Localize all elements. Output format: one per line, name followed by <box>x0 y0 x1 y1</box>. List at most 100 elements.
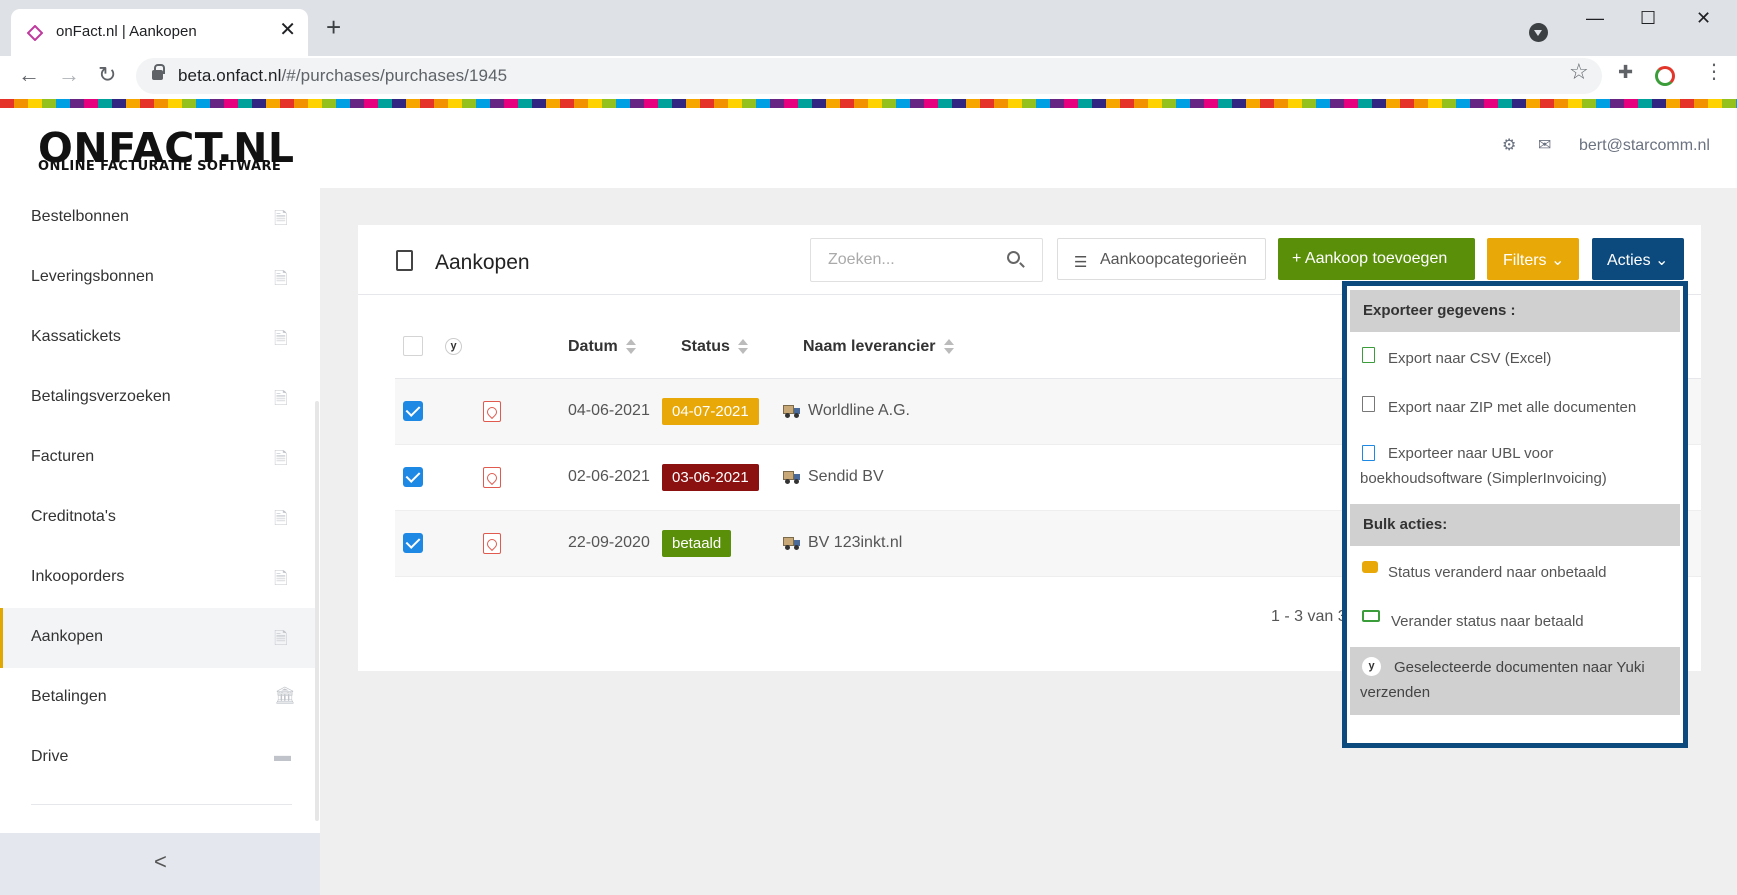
row-date: 04-06-2021 <box>568 402 650 419</box>
extensions-puzzle-icon[interactable]: ✚ <box>1618 62 1633 83</box>
tab-close-icon[interactable]: ✕ <box>279 20 296 40</box>
menu-item-label: Export naar CSV (Excel) <box>1388 350 1552 367</box>
chevron-left-icon: < <box>154 849 167 874</box>
sidebar-item-label: Inkooporders <box>31 568 125 585</box>
bookmark-star-icon[interactable]: ☆ <box>1569 59 1589 85</box>
search-icon[interactable] <box>1007 251 1020 264</box>
new-tab-button[interactable]: + <box>326 14 341 40</box>
window-close-button[interactable]: ✕ <box>1696 8 1711 29</box>
search-input[interactable]: Zoeken... <box>810 238 1043 282</box>
pdf-icon[interactable] <box>483 467 501 488</box>
column-datum[interactable]: Datum <box>568 338 636 356</box>
row-checkbox[interactable] <box>403 467 423 487</box>
url-field[interactable]: beta.onfact.nl/#/purchases/purchases/194… <box>136 58 1602 94</box>
list-icon: ☰ <box>1074 254 1088 271</box>
status-unpaid-item[interactable]: Status veranderd naar onbetaald <box>1350 549 1680 596</box>
sidebar: Bestelbonnen 🗎 Leveringsbonnen 🗎 Kassati… <box>0 188 320 895</box>
address-bar-row: ← → ↻ beta.onfact.nl/#/purchases/purchas… <box>0 56 1737 97</box>
truck-icon <box>783 405 801 418</box>
row-supplier[interactable]: Worldline A.G. <box>808 402 910 420</box>
reload-icon[interactable]: ↻ <box>98 62 116 88</box>
back-arrow-icon[interactable]: ← <box>18 62 40 88</box>
sidebar-item-label: Betalingen <box>31 688 107 705</box>
browser-tab-strip: onFact.nl | Aankopen ✕ + — ☐ ✕ <box>0 0 1737 56</box>
select-all-checkbox[interactable] <box>403 336 423 356</box>
row-supplier[interactable]: BV 123inkt.nl <box>808 534 902 552</box>
pdf-icon: 🗎 <box>274 569 288 588</box>
column-supplier[interactable]: Naam leverancier <box>803 338 954 356</box>
status-paid-item[interactable]: Verander status naar betaald <box>1350 598 1680 645</box>
row-checkbox[interactable] <box>403 401 423 421</box>
pdf-icon: 🗎 <box>274 269 288 288</box>
filters-button[interactable]: Filters ⌄ <box>1487 238 1579 280</box>
sidebar-scrollbar[interactable] <box>315 401 319 821</box>
tab-title: onFact.nl | Aankopen <box>56 23 197 40</box>
sidebar-item-drive[interactable]: Drive ▬ <box>0 728 316 788</box>
sidebar-item-facturen[interactable]: Facturen 🗎 <box>0 428 316 488</box>
sidebar-item-label: Bestelbonnen <box>31 208 129 225</box>
extension-ring-icon[interactable] <box>1655 66 1675 86</box>
actions-button[interactable]: Acties ⌄ <box>1592 238 1684 280</box>
pdf-icon: 🗎 <box>274 209 288 228</box>
sidebar-collapse-button[interactable]: < <box>0 833 320 895</box>
column-status[interactable]: Status <box>681 338 748 356</box>
categories-button[interactable]: ☰ Aankoopcategorieën <box>1057 238 1266 280</box>
tab-search-icon[interactable] <box>1529 23 1548 42</box>
browser-tab[interactable]: onFact.nl | Aankopen ✕ <box>11 9 308 56</box>
row-date: 02-06-2021 <box>568 468 650 485</box>
forward-arrow-icon[interactable]: → <box>58 62 80 88</box>
sort-icon <box>943 338 954 354</box>
sidebar-divider <box>31 804 292 805</box>
menu-item-label: Geselecteerde documenten naar Yuki verze… <box>1360 659 1645 701</box>
sidebar-item-bestelbonnen[interactable]: Bestelbonnen 🗎 <box>0 188 316 248</box>
minimize-button[interactable]: — <box>1586 8 1604 29</box>
pdf-icon: 🗎 <box>274 449 288 468</box>
menu-item-label: Status veranderd naar onbetaald <box>1388 564 1607 581</box>
truck-icon <box>783 471 801 484</box>
sidebar-item-label: Aankopen <box>31 628 104 645</box>
sidebar-item-creditnotas[interactable]: Creditnota's 🗎 <box>0 488 316 548</box>
sidebar-item-label: Betalingsverzoeken <box>31 388 171 405</box>
settings-gears-icon[interactable]: ⚙ <box>1502 135 1516 155</box>
sidebar-item-aankopen[interactable]: Aankopen 🗎 <box>0 608 316 668</box>
pdf-icon[interactable] <box>483 533 501 554</box>
row-checkbox[interactable] <box>403 533 423 553</box>
sidebar-item-kassatickets[interactable]: Kassatickets 🗎 <box>0 308 316 368</box>
url-text: beta.onfact.nl/#/purchases/purchases/194… <box>178 66 508 85</box>
sidebar-item-label: Facturen <box>31 448 95 465</box>
brand-color-stripe <box>0 99 1737 108</box>
sort-icon <box>737 338 748 354</box>
maximize-button[interactable]: ☐ <box>1640 8 1656 29</box>
sidebar-item-inkooporders[interactable]: Inkooporders 🗎 <box>0 548 316 608</box>
sidebar-item-betalingen[interactable]: Betalingen 🏛 <box>0 668 316 728</box>
user-email[interactable]: bert@starcomm.nl <box>1579 137 1710 155</box>
status-badge: 03-06-2021 <box>662 464 759 491</box>
sidebar-item-leveringsbonnen[interactable]: Leveringsbonnen 🗎 <box>0 248 316 308</box>
export-ubl-item[interactable]: Exporteer naar UBL voor boekhoudsoftware… <box>1350 433 1680 499</box>
export-zip-item[interactable]: Export naar ZIP met alle documenten <box>1350 384 1680 431</box>
yuki-icon: y <box>445 338 462 355</box>
pdf-icon: 🗎 <box>274 329 288 348</box>
menu-item-label: Verander status naar betaald <box>1391 613 1584 630</box>
menu-item-label: Exporteer naar UBL voor boekhoudsoftware… <box>1360 445 1607 487</box>
send-to-yuki-item[interactable]: y Geselecteerde documenten naar Yuki ver… <box>1350 647 1680 715</box>
row-supplier[interactable]: Sendid BV <box>808 468 884 486</box>
money-icon <box>1362 610 1380 622</box>
add-purchase-button[interactable]: + Aankoop toevoegen <box>1278 238 1475 280</box>
inbox-icon <box>1362 561 1378 573</box>
envelope-icon[interactable]: ✉ <box>1538 135 1551 155</box>
drive-icon: ▬ <box>274 746 291 765</box>
row-date: 22-09-2020 <box>568 534 650 551</box>
app-header: ONFACT.NL ONLINE FACTURATIE SOFTWARE ⚙ ✉… <box>0 108 1737 188</box>
add-purchase-label: + Aankoop toevoegen <box>1292 250 1448 267</box>
export-csv-item[interactable]: Export naar CSV (Excel) <box>1350 335 1680 382</box>
onfact-favicon-icon <box>27 25 43 41</box>
actions-label: Acties ⌄ <box>1607 252 1669 269</box>
pdf-icon[interactable] <box>483 401 501 422</box>
logo-subtitle: ONLINE FACTURATIE SOFTWARE <box>38 159 282 174</box>
browser-menu-icon[interactable]: ⋮ <box>1704 62 1724 82</box>
sidebar-item-betalingsverzoeken[interactable]: Betalingsverzoeken 🗎 <box>0 368 316 428</box>
export-section-header: Exporteer gegevens : <box>1350 290 1680 332</box>
menu-item-label: Export naar ZIP met alle documenten <box>1388 399 1637 416</box>
sidebar-item-label: Leveringsbonnen <box>31 268 154 285</box>
